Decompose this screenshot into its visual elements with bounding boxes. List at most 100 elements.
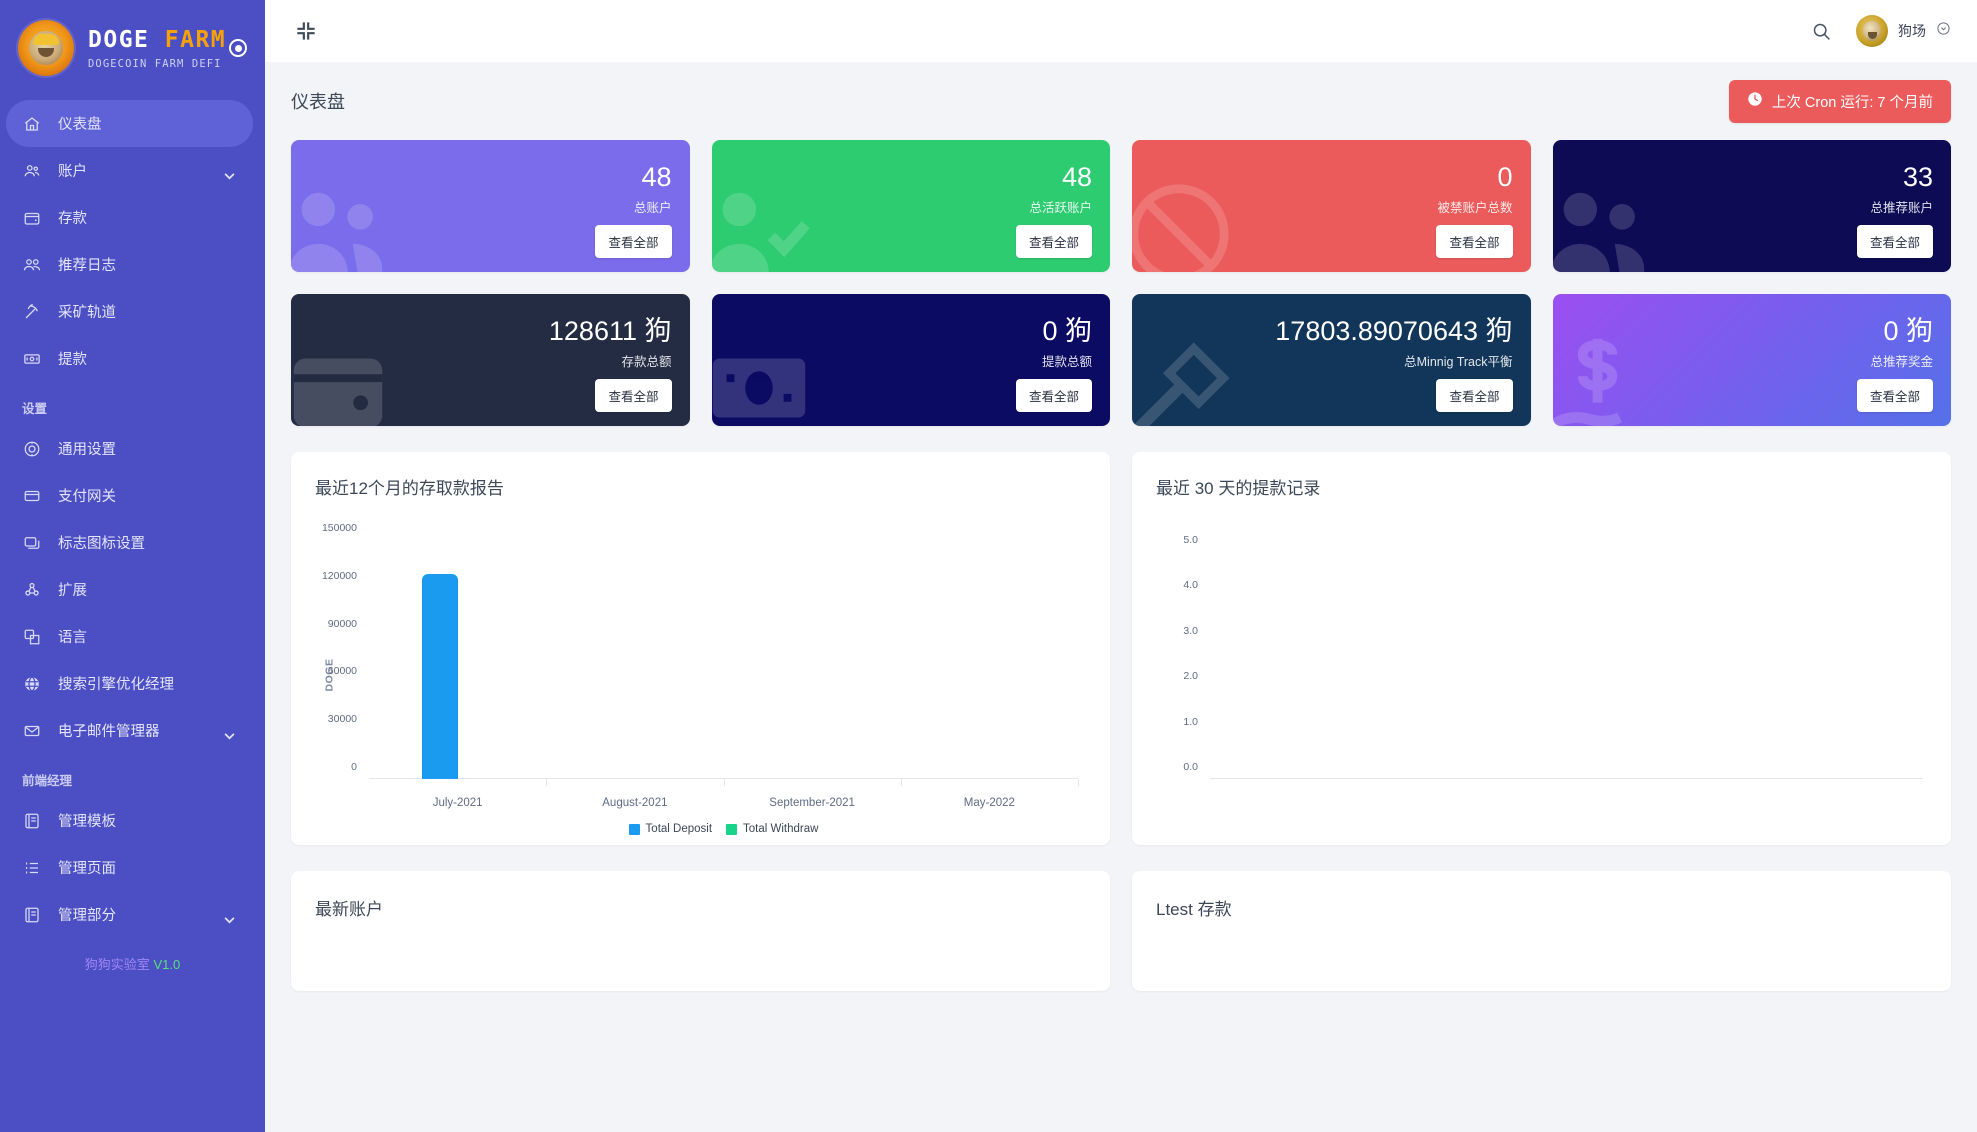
sidebar-footer-lab: 狗狗实验室: [85, 957, 150, 972]
brand-header[interactable]: DOGE FARM DOGECOIN FARM DEFI: [0, 0, 265, 96]
sidebar-section-settings: 设置: [0, 382, 265, 425]
compress-icon[interactable]: [293, 18, 319, 44]
stat-label: 被禁账户总数: [1437, 197, 1512, 216]
view-all-button[interactable]: 查看全部: [1857, 225, 1933, 258]
cron-badge-label: 上次 Cron 运行: 7 个月前: [1772, 91, 1933, 112]
latest-accounts-panel: 最新账户: [291, 871, 1110, 991]
topbar-right: 狗场: [1808, 15, 1951, 47]
ban-icon: [1132, 175, 1238, 272]
sidebar-item-accounts[interactable]: 账户: [6, 147, 253, 194]
chart-legend: Total Deposit Total Withdraw: [369, 823, 1078, 835]
brand-name-secondary: FARM: [165, 27, 226, 53]
stat-card-active-accounts: 48 总活跃账户 查看全部: [712, 140, 1111, 272]
chart-x-tick: September-2021: [769, 797, 855, 809]
sidebar-item-deposit[interactable]: 存款: [6, 194, 253, 241]
language-icon: [22, 627, 42, 647]
sidebar-item-mining-track[interactable]: 采矿轨道: [6, 288, 253, 335]
chart-y-tick: 3.0: [1183, 625, 1198, 637]
hand-dollar-icon: [1553, 329, 1659, 426]
clock-icon: [1747, 91, 1763, 111]
envelope-icon: [22, 721, 42, 741]
chart-y-tick: 150000: [322, 522, 357, 534]
chart-x-tick-mark: [901, 779, 902, 786]
puzzle-icon: [22, 580, 42, 600]
stat-card-banned-accounts: 0 被禁账户总数 查看全部: [1132, 140, 1531, 272]
view-all-button[interactable]: 查看全部: [1436, 379, 1512, 412]
content: 仪表盘 上次 Cron 运行: 7 个月前 48 总账户 查看全部: [265, 62, 1977, 1132]
view-all-button[interactable]: 查看全部: [1857, 379, 1933, 412]
view-all-button[interactable]: 查看全部: [595, 379, 671, 412]
chart-x-tick-mark: [1078, 779, 1079, 786]
users-icon: [22, 161, 42, 181]
sidebar-item-label: 提款: [58, 348, 87, 369]
view-all-button[interactable]: 查看全部: [1436, 225, 1512, 258]
sidebar-item-label: 电子邮件管理器: [58, 720, 160, 741]
sidebar-item-seo-manager[interactable]: 搜索引擎优化经理: [6, 660, 253, 707]
sections-icon: [22, 905, 42, 925]
search-icon[interactable]: [1808, 18, 1834, 44]
sidebar-item-manage-sections[interactable]: 管理部分: [6, 891, 253, 938]
sidebar: DOGE FARM DOGECOIN FARM DEFI 仪表盘 账户: [0, 0, 265, 1132]
topbar: 狗场: [265, 0, 1977, 62]
brand-text: DOGE FARM DOGECOIN FARM DEFI: [88, 27, 226, 70]
sidebar-item-dashboard[interactable]: 仪表盘: [6, 100, 253, 147]
view-all-button[interactable]: 查看全部: [1016, 225, 1092, 258]
sidebar-item-withdraw[interactable]: 提款: [6, 335, 253, 382]
page-head: 仪表盘 上次 Cron 运行: 7 个月前: [291, 62, 1951, 140]
sidebar-item-general-settings[interactable]: 通用设置: [6, 425, 253, 472]
sidebar-item-logo-icon-settings[interactable]: 标志图标设置: [6, 519, 253, 566]
sidebar-item-label: 管理页面: [58, 857, 116, 878]
chart-y-tick: 1.0: [1183, 716, 1198, 728]
stat-card-total-withdraw: 0 狗 提款总额 查看全部: [712, 294, 1111, 426]
wallet-icon: [291, 329, 397, 426]
view-all-button[interactable]: 查看全部: [595, 225, 671, 258]
money-bill-icon: [22, 349, 42, 369]
chart-x-tick: May-2022: [964, 797, 1015, 809]
sidebar-item-extensions[interactable]: 扩展: [6, 566, 253, 613]
user-friends-icon: [22, 255, 42, 275]
stat-label: 提款总额: [1042, 351, 1092, 370]
stat-label: 总推荐奖金: [1870, 351, 1933, 370]
users-icon: [291, 175, 397, 272]
hammer-icon: [1132, 329, 1238, 426]
user-name: 狗场: [1898, 21, 1926, 41]
cron-status-badge[interactable]: 上次 Cron 运行: 7 个月前: [1729, 80, 1951, 123]
sidebar-item-referral-log[interactable]: 推荐日志: [6, 241, 253, 288]
chart-y-tick: 2.0: [1183, 670, 1198, 682]
sidebar-item-manage-templates[interactable]: 管理模板: [6, 797, 253, 844]
pickaxe-icon: [22, 302, 42, 322]
sidebar-item-label: 管理部分: [58, 904, 116, 925]
sidebar-item-label: 通用设置: [58, 438, 116, 459]
charts-row: 最近12个月的存取款报告 DOGE Total Deposit: [291, 452, 1951, 845]
chart-x-tick: July-2021: [433, 797, 483, 809]
chevron-down-icon: [224, 728, 235, 744]
sidebar-item-manage-pages[interactable]: 管理页面: [6, 844, 253, 891]
legend-label: Total Withdraw: [743, 823, 818, 835]
chart-bar: [422, 574, 457, 779]
sidebar-item-label: 存款: [58, 207, 87, 228]
sidebar-footer: 狗狗实验室 V1.0: [0, 954, 265, 973]
panel-title: 最新账户: [291, 871, 1110, 926]
legend-swatch: [629, 824, 640, 835]
stat-value: 17803.89070643 狗: [1275, 316, 1512, 347]
stat-card-referral-bonus: 0 狗 总推荐奖金 查看全部: [1553, 294, 1952, 426]
stat-card-total-accounts: 48 总账户 查看全部: [291, 140, 690, 272]
gear-circle-icon: [22, 439, 42, 459]
brand-name-primary: DOGE: [88, 27, 149, 53]
legend-swatch: [726, 824, 737, 835]
sidebar-item-email-manager[interactable]: 电子邮件管理器: [6, 707, 253, 754]
user-menu[interactable]: 狗场: [1856, 15, 1951, 47]
sidebar-item-payment-gateway[interactable]: 支付网关: [6, 472, 253, 519]
images-icon: [22, 533, 42, 553]
view-all-button[interactable]: 查看全部: [1016, 379, 1092, 412]
withdraw-log-chart-panel: 最近 30 天的提款记录 0.01.02.03.04.05.0: [1132, 452, 1951, 845]
chevron-down-icon: [224, 168, 235, 184]
sidebar-item-language[interactable]: 语言: [6, 613, 253, 660]
sidebar-toggle-dot-icon[interactable]: [229, 39, 247, 57]
chevron-down-circle-icon[interactable]: [1936, 21, 1951, 41]
stat-label: 总账户: [634, 197, 672, 216]
stat-label: 总Minnig Track平衡: [1404, 351, 1512, 370]
stat-value: 33: [1903, 162, 1933, 193]
legend-label: Total Deposit: [646, 823, 712, 835]
chart-plot-area: 0.01.02.03.04.05.0: [1210, 529, 1923, 779]
